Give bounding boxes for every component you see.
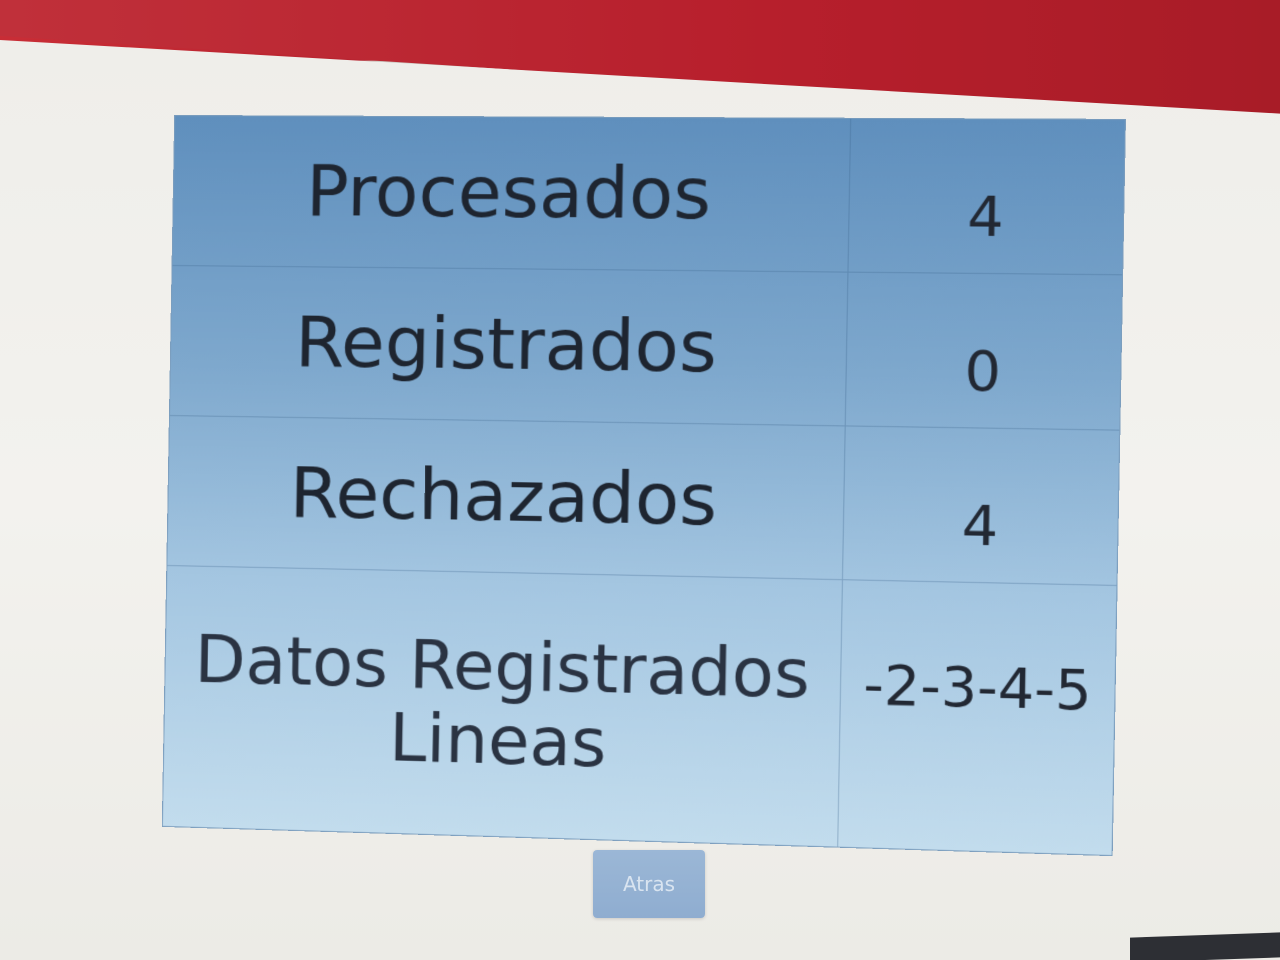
table-row: Procesados 4 (172, 115, 1125, 276)
table-row: Registrados 0 (169, 266, 1123, 431)
row-value-datos-registrados-lineas: -2-3-4-5 (862, 652, 1093, 724)
row-label-registrados: Registrados (169, 266, 849, 426)
results-table: Procesados 4 Registrados 0 Rechazados 4 … (161, 114, 1126, 857)
row-value-rechazados: 4 (961, 493, 999, 559)
row-label-procesados: Procesados (172, 115, 852, 272)
row-value-registrados: 0 (964, 338, 1002, 405)
row-label-rechazados: Rechazados (167, 416, 846, 580)
row-value-procesados: 4 (966, 184, 1005, 250)
taskbar (1130, 932, 1280, 960)
table-row: Datos Registrados Lineas -2-3-4-5 (162, 566, 1117, 855)
table-row: Rechazados 4 (167, 416, 1120, 586)
back-button[interactable]: Atras (593, 850, 705, 918)
row-label-datos-registrados-lineas: Datos Registrados Lineas (162, 566, 843, 847)
